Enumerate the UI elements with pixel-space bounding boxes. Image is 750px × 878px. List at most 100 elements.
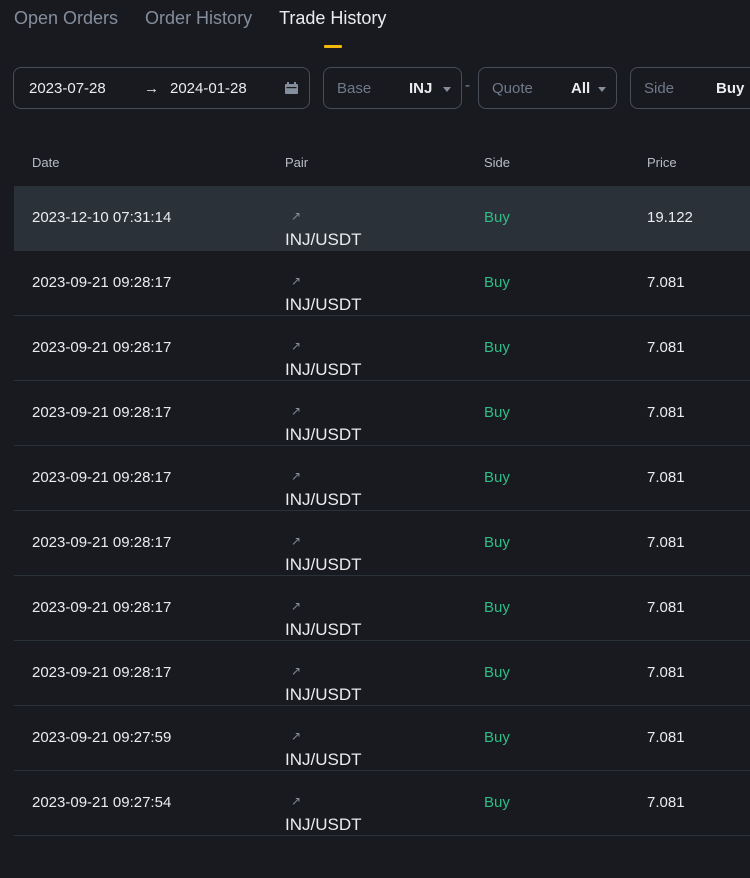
external-link-icon: ↗	[291, 729, 302, 743]
trade-price: 7.081	[647, 469, 685, 486]
trade-pair: INJ/USDT	[285, 425, 362, 444]
tab-label: Open Orders	[14, 8, 119, 28]
table-row[interactable]: 2023-09-21 09:28:17 INJ/USDT ↗ Buy 7.081	[14, 381, 750, 446]
trade-pair: INJ/USDT	[285, 295, 362, 314]
trade-pair: INJ/USDT	[285, 490, 362, 509]
order-tabs: Open Orders Order History Trade History	[14, 0, 413, 48]
table-row[interactable]: 2023-09-21 09:28:17 INJ/USDT ↗ Buy 7.081	[14, 641, 750, 706]
trade-pair-link[interactable]: INJ/USDT ↗	[285, 792, 362, 834]
trade-date: 2023-09-21 09:28:17	[32, 339, 172, 356]
trade-date: 2023-09-21 09:27:54	[32, 794, 172, 811]
quote-select[interactable]: Quote All	[478, 67, 617, 109]
trade-price: 7.081	[647, 794, 685, 811]
column-header-price: Price	[647, 155, 677, 170]
trade-pair: INJ/USDT	[285, 815, 362, 834]
trade-date: 2023-12-10 07:31:14	[32, 209, 172, 226]
table-row[interactable]: 2023-12-10 07:31:14 INJ/USDT ↗ Buy 19.122	[14, 186, 750, 251]
table-row[interactable]: 2023-09-21 09:28:17 INJ/USDT ↗ Buy 7.081	[14, 576, 750, 641]
trade-date: 2023-09-21 09:27:59	[32, 729, 172, 746]
table-header: Date Pair Side Price	[14, 145, 750, 179]
base-value: INJ	[409, 79, 433, 97]
tab-order-history[interactable]: Order History	[145, 0, 252, 44]
trade-side: Buy	[484, 274, 510, 291]
trade-pair-link[interactable]: INJ/USDT ↗	[285, 727, 362, 769]
trade-pair: INJ/USDT	[285, 750, 362, 769]
side-value: Buy	[716, 79, 745, 97]
side-select[interactable]: Side Buy	[630, 67, 750, 109]
column-header-side: Side	[484, 155, 511, 170]
trade-pair-link[interactable]: INJ/USDT ↗	[285, 402, 362, 444]
external-link-icon: ↗	[291, 469, 302, 483]
quote-value: All	[571, 79, 591, 97]
table-row[interactable]: 2023-09-21 09:28:17 INJ/USDT ↗ Buy 7.081	[14, 251, 750, 316]
external-link-icon: ↗	[291, 534, 302, 548]
trade-price: 7.081	[647, 664, 685, 681]
table-row[interactable]: 2023-09-21 09:28:17 INJ/USDT ↗ Buy 7.081	[14, 446, 750, 511]
arrow-right-icon: →	[144, 79, 159, 97]
external-link-icon: ↗	[291, 599, 302, 613]
trade-pair: INJ/USDT	[285, 555, 362, 574]
trade-side: Buy	[484, 469, 510, 486]
date-from[interactable]: 2023-07-28	[29, 80, 106, 97]
trade-pair-link[interactable]: INJ/USDT ↗	[285, 207, 362, 249]
pair-separator: -	[465, 77, 470, 94]
caret-down-icon	[598, 87, 606, 92]
trade-side: Buy	[484, 339, 510, 356]
side-label: Side	[644, 79, 675, 97]
external-link-icon: ↗	[291, 664, 302, 678]
table-row[interactable]: 2023-09-21 09:28:17 INJ/USDT ↗ Buy 7.081	[14, 511, 750, 576]
external-link-icon: ↗	[291, 274, 302, 288]
trade-price: 7.081	[647, 729, 685, 746]
trade-history-table: 2023-12-10 07:31:14 INJ/USDT ↗ Buy 19.122 202…	[14, 186, 750, 836]
table-row[interactable]: 2023-09-21 09:27:59 INJ/USDT ↗ Buy 7.081	[14, 706, 750, 771]
trade-date: 2023-09-21 09:28:17	[32, 534, 172, 551]
trade-side: Buy	[484, 599, 510, 616]
trade-pair-link[interactable]: INJ/USDT ↗	[285, 532, 362, 574]
trade-side: Buy	[484, 534, 510, 551]
caret-down-icon	[443, 87, 451, 92]
trade-price: 7.081	[647, 339, 685, 356]
trade-price: 19.122	[647, 209, 693, 226]
trade-pair: INJ/USDT	[285, 685, 362, 704]
tab-open-orders[interactable]: Open Orders	[14, 0, 118, 44]
column-header-date: Date	[32, 155, 60, 170]
trade-price: 7.081	[647, 404, 685, 421]
trade-pair-link[interactable]: INJ/USDT ↗	[285, 662, 362, 704]
trade-date: 2023-09-21 09:28:17	[32, 404, 172, 421]
trade-price: 7.081	[647, 274, 685, 291]
trade-date: 2023-09-21 09:28:17	[32, 274, 172, 291]
trade-side: Buy	[484, 404, 510, 421]
trade-price: 7.081	[647, 534, 685, 551]
column-header-pair: Pair	[285, 155, 309, 170]
trade-pair: INJ/USDT	[285, 360, 362, 379]
table-row[interactable]: 2023-09-21 09:27:54 INJ/USDT ↗ Buy 7.081	[14, 771, 750, 836]
trade-side: Buy	[484, 664, 510, 681]
date-to[interactable]: 2024-01-28	[170, 80, 247, 97]
table-row[interactable]: 2023-09-21 09:28:17 INJ/USDT ↗ Buy 7.081	[14, 316, 750, 381]
date-range-picker[interactable]: 2023-07-28 → 2024-01-28	[13, 67, 310, 109]
trade-pair-link[interactable]: INJ/USDT ↗	[285, 272, 362, 314]
external-link-icon: ↗	[291, 404, 302, 418]
external-link-icon: ↗	[291, 339, 302, 353]
trade-side: Buy	[484, 729, 510, 746]
external-link-icon: ↗	[291, 794, 302, 808]
trade-pair-link[interactable]: INJ/USDT ↗	[285, 337, 362, 379]
base-label: Base	[337, 79, 372, 97]
quote-label: Quote	[492, 79, 533, 97]
trade-pair: INJ/USDT	[285, 620, 362, 639]
active-tab-indicator	[323, 45, 342, 48]
base-select[interactable]: Base INJ	[323, 67, 462, 109]
trade-pair-link[interactable]: INJ/USDT ↗	[285, 597, 362, 639]
trade-date: 2023-09-21 09:28:17	[32, 599, 172, 616]
trade-side: Buy	[484, 209, 510, 226]
trade-side: Buy	[484, 794, 510, 811]
tab-trade-history[interactable]: Trade History	[279, 0, 387, 48]
external-link-icon: ↗	[291, 209, 302, 223]
tab-label: Order History	[145, 8, 253, 28]
trade-date: 2023-09-21 09:28:17	[32, 664, 172, 681]
tab-label: Trade History	[279, 8, 387, 28]
calendar-icon[interactable]	[285, 82, 298, 94]
trade-date: 2023-09-21 09:28:17	[32, 469, 172, 486]
trade-pair: INJ/USDT	[285, 230, 362, 249]
trade-pair-link[interactable]: INJ/USDT ↗	[285, 467, 362, 509]
